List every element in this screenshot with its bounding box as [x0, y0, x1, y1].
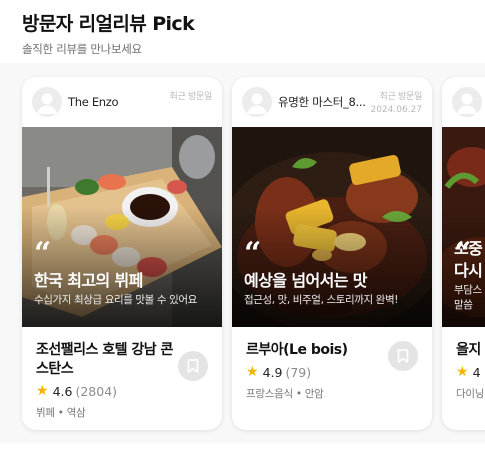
rating-row: ★ 4.6 (2804): [36, 383, 208, 399]
review-summary: 부담스: [454, 284, 482, 296]
restaurant-info: 르부아(Le bois) ★ 4.9 (79) 프랑스음식 • 안암: [232, 327, 432, 401]
review-count: (79): [285, 364, 312, 380]
food-photo[interactable]: “ 한국 최고의 뷔페 수십가지 최상급 요리를 맛볼 수 있어요: [22, 127, 222, 327]
rating-value: 4: [472, 364, 481, 380]
person-icon: [452, 87, 482, 117]
card-header: 유명한 마스터_8... 최근 방문일 2024.06.27: [232, 77, 432, 127]
rating-row: ★ 4: [456, 364, 485, 380]
card-header: [442, 77, 485, 127]
restaurant-info: 조선팰리스 호텔 강남 콘스탄스 ★ 4.6 (2804) 뷔페 • 역삼: [22, 327, 222, 420]
star-icon: ★: [246, 364, 259, 380]
person-icon: [32, 87, 62, 117]
rating-value: 4.6: [52, 383, 73, 399]
person-icon: [242, 87, 272, 117]
star-icon: ★: [456, 364, 469, 380]
quote-mark: “: [244, 236, 262, 271]
review-headline: 소중: [454, 239, 483, 258]
review-card[interactable]: 유명한 마스터_8... 최근 방문일 2024.06.27 “ 예상을 넘어서…: [232, 77, 432, 430]
bookmark-icon: [397, 349, 409, 363]
restaurant-name[interactable]: 조선팰리스 호텔 강남 콘스탄스: [36, 341, 176, 379]
reviewer-name: 유명한 마스터_8...: [278, 95, 366, 109]
carousel-track: The Enzo 최근 방문일 “ 한국 최고의 뷔페 수십가지 최상급 요리를…: [22, 77, 485, 430]
visit-label: 최근 방문일: [379, 92, 423, 102]
review-summary: 접근성, 맛, 비주얼, 스토리까지 완벽!: [244, 294, 399, 306]
rating-value: 4.9: [262, 364, 283, 380]
review-headline-line2: 다시: [454, 261, 483, 280]
section-subtitle: 솔직한 리뷰를 만나보세요: [22, 42, 142, 56]
review-card[interactable]: “ 소중 다시 부담스 말씀 을지 ★ 4 다이닝: [442, 77, 485, 430]
quote-mark: “: [34, 236, 52, 271]
review-carousel[interactable]: The Enzo 최근 방문일 “ 한국 최고의 뷔페 수십가지 최상급 요리를…: [0, 63, 485, 443]
review-headline: 예상을 넘어서는 맛: [244, 271, 368, 290]
review-headline: 한국 최고의 뷔페: [34, 271, 143, 290]
cuisine-location: 프랑스음식 • 안암: [246, 388, 324, 400]
section-header: 방문자 리얼리뷰 Pick 솔직한 리뷰를 만나보세요: [22, 12, 485, 57]
review-summary-line2: 말씀: [454, 299, 473, 311]
bookmark-icon: [187, 359, 199, 373]
bookmark-button[interactable]: [178, 351, 208, 381]
cuisine-location: 다이닝: [456, 388, 485, 400]
section-title: 방문자 리얼리뷰 Pick: [22, 13, 195, 35]
bookmark-button[interactable]: [388, 341, 418, 371]
food-photo[interactable]: “ 소중 다시 부담스 말씀: [442, 127, 485, 327]
visit-label: 최근 방문일: [169, 92, 213, 102]
visit-info: 최근 방문일 2024.06.27: [370, 89, 422, 115]
reviewer-name: The Enzo: [68, 95, 119, 109]
review-summary: 수십가지 최상급 요리를 맛볼 수 있어요: [34, 294, 197, 306]
food-photo[interactable]: “ 예상을 넘어서는 맛 접근성, 맛, 비주얼, 스토리까지 완벽!: [232, 127, 432, 327]
visit-info: 최근 방문일: [169, 89, 213, 102]
restaurant-name[interactable]: 을지: [456, 341, 485, 360]
review-card[interactable]: The Enzo 최근 방문일 “ 한국 최고의 뷔페 수십가지 최상급 요리를…: [22, 77, 222, 430]
restaurant-name[interactable]: 르부아(Le bois): [246, 341, 386, 360]
visit-date: 2024.06.27: [370, 105, 422, 115]
restaurant-info: 을지 ★ 4 다이닝: [442, 327, 485, 401]
card-header: The Enzo 최근 방문일: [22, 77, 222, 127]
cuisine-location: 뷔페 • 역삼: [36, 407, 86, 419]
star-icon: ★: [36, 383, 49, 399]
review-count: (2804): [75, 383, 118, 399]
